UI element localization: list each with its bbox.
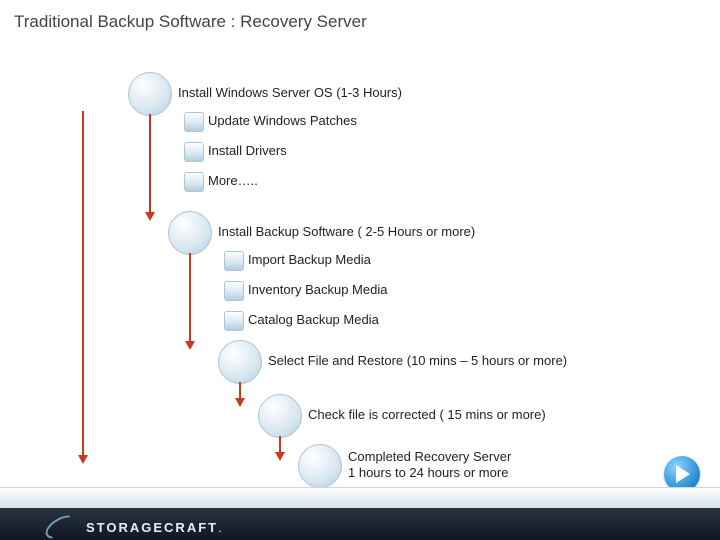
brand-name: STORAGECRAFT. <box>86 520 224 535</box>
step3-node <box>218 340 262 384</box>
step2a-node <box>224 251 244 271</box>
step2-label: Install Backup Software ( 2-5 Hours or m… <box>218 224 475 239</box>
timeline-arrow-line <box>82 111 84 455</box>
step1c-node <box>184 172 204 192</box>
step2a-label: Import Backup Media <box>248 252 371 267</box>
step2c-node <box>224 311 244 331</box>
step5-label: Completed Recovery Server1 hours to 24 h… <box>348 449 568 482</box>
step2b-label: Inventory Backup Media <box>248 282 387 297</box>
step2-node <box>168 211 212 255</box>
step2b-node <box>224 281 244 301</box>
arrow-s1-down <box>149 114 151 212</box>
step4-label: Check file is corrected ( 15 mins or mor… <box>308 407 546 422</box>
arrow-s4-down <box>279 436 281 452</box>
step2c-label: Catalog Backup Media <box>248 312 379 327</box>
page-title: Traditional Backup Software : Recovery S… <box>14 12 367 32</box>
arrow-s2-down <box>189 253 191 341</box>
footer: STORAGECRAFT. <box>0 480 720 540</box>
step1b-node <box>184 142 204 162</box>
arrow-s2-head <box>185 341 195 350</box>
arrow-s4-head <box>275 452 285 461</box>
step4-node <box>258 394 302 438</box>
arrow-s3-head <box>235 398 245 407</box>
footer-light-bar <box>0 487 720 508</box>
step1a-label: Update Windows Patches <box>208 113 357 128</box>
timeline-arrow-head <box>78 455 88 464</box>
step1c-label: More….. <box>208 173 258 188</box>
step1-label: Install Windows Server OS (1-3 Hours) <box>178 85 402 100</box>
step1b-label: Install Drivers <box>208 143 287 158</box>
step1-node <box>128 72 172 116</box>
step3-label: Select File and Restore (10 mins – 5 hou… <box>268 353 567 368</box>
arrow-s1-head <box>145 212 155 221</box>
arrow-s3-down <box>239 382 241 398</box>
brand-logo: STORAGECRAFT. <box>44 518 224 536</box>
step1a-node <box>184 112 204 132</box>
